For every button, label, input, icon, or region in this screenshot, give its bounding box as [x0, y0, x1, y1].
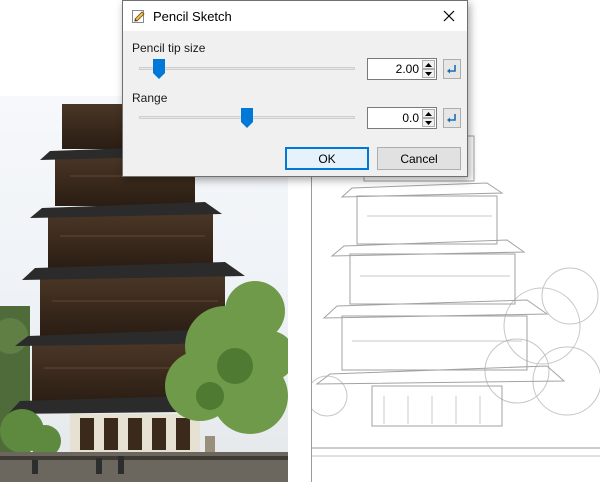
close-button[interactable] — [431, 1, 467, 31]
pencil-tip-size-spin-arrows — [422, 60, 435, 78]
pencil-tip-size-label: Pencil tip size — [132, 41, 206, 55]
image-canvas: Pencil Sketch Pencil tip size 2.00 Range… — [0, 0, 600, 482]
range-slider-thumb[interactable] — [241, 108, 253, 128]
pencil-tip-size-value: 2.00 — [395, 62, 419, 76]
range-increment[interactable] — [422, 109, 435, 118]
range-decrement[interactable] — [422, 118, 435, 127]
close-icon — [443, 10, 455, 22]
pencil-tip-size-decrement[interactable] — [422, 69, 435, 78]
range-label: Range — [132, 91, 168, 105]
pencil-tip-size-reset-button[interactable] — [443, 59, 461, 79]
ok-button[interactable]: OK — [285, 147, 369, 170]
pencil-tip-size-spinbox[interactable]: 2.00 — [367, 58, 437, 80]
dialog-title: Pencil Sketch — [153, 9, 232, 24]
dialog-titlebar[interactable]: Pencil Sketch — [123, 1, 467, 31]
chevron-down-icon — [425, 120, 432, 125]
pencil-tip-size-slider-track[interactable] — [139, 67, 355, 70]
range-spin-arrows — [422, 109, 435, 127]
chevron-down-icon — [425, 71, 432, 76]
range-reset-button[interactable] — [443, 108, 461, 128]
pencil-tip-size-increment[interactable] — [422, 60, 435, 69]
chevron-up-icon — [425, 62, 432, 67]
pencil-sketch-dialog: Pencil Sketch Pencil tip size 2.00 Range… — [122, 0, 468, 177]
pencil-tip-size-slider-thumb[interactable] — [153, 59, 166, 79]
chevron-up-icon — [425, 111, 432, 116]
pencil-sketch-icon — [131, 8, 147, 24]
range-spinbox[interactable]: 0.0 — [367, 107, 437, 129]
range-value: 0.0 — [402, 111, 419, 125]
reset-arrow-icon — [447, 65, 456, 74]
reset-arrow-icon — [447, 114, 456, 123]
cancel-button[interactable]: Cancel — [377, 147, 461, 170]
